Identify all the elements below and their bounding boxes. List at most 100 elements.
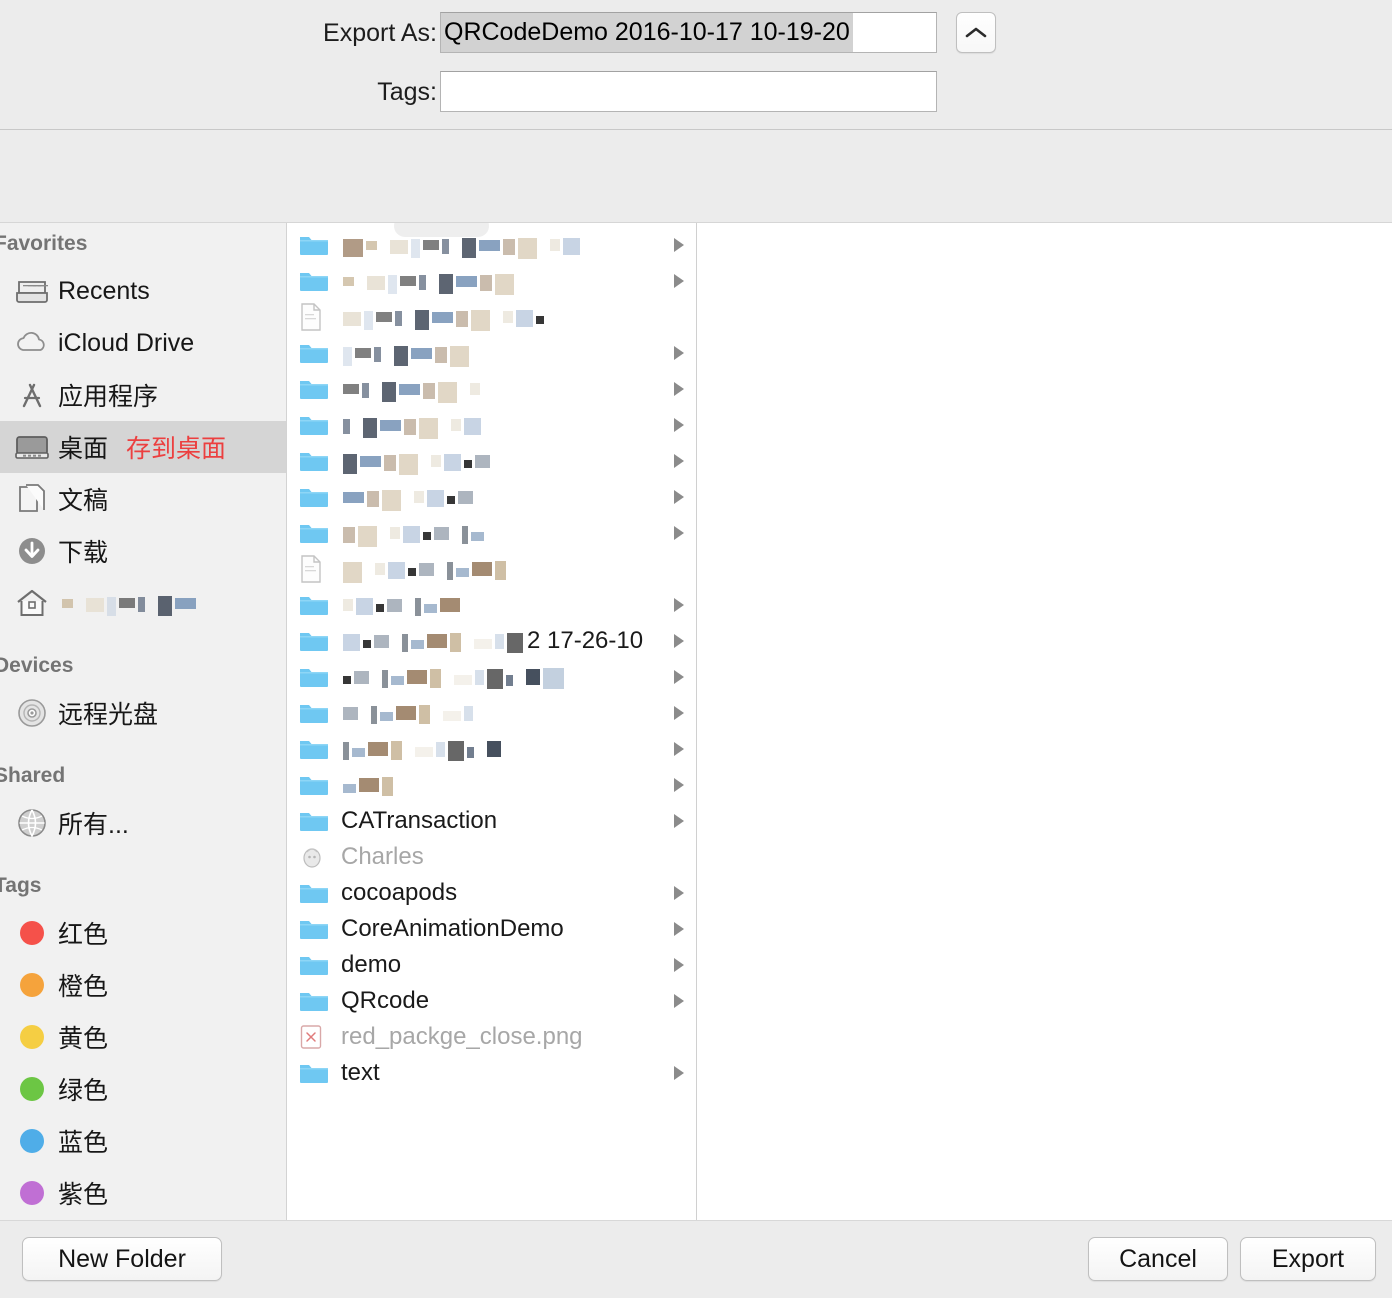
sidebar-item-redacted[interactable] — [0, 577, 286, 629]
disclosure-chevron-icon[interactable] — [674, 1066, 684, 1080]
file-row[interactable]: cocoapods — [287, 875, 696, 911]
disclosure-chevron-icon[interactable] — [674, 958, 684, 972]
disclosure-chevron-icon[interactable] — [674, 526, 684, 540]
sidebar-item-应用程序[interactable]: 应用程序 — [0, 369, 286, 421]
folder-icon — [300, 489, 328, 507]
disclosure-chevron-icon[interactable] — [674, 922, 684, 936]
file-row[interactable]: 2 17-26-10 — [287, 623, 696, 659]
file-row[interactable] — [287, 695, 696, 731]
redacted-text — [343, 556, 516, 583]
disclosure-chevron-icon[interactable] — [674, 598, 684, 612]
folder-icon — [299, 485, 333, 509]
redacted-text — [62, 590, 196, 616]
disclosure-chevron-icon[interactable] — [674, 382, 684, 396]
sidebar-item-远程光盘[interactable]: 远程光盘 — [0, 687, 286, 739]
file-row[interactable] — [287, 767, 696, 803]
file-row[interactable]: CoreAnimationDemo — [287, 911, 696, 947]
file-row[interactable]: demo — [287, 947, 696, 983]
tag-dot-icon — [12, 1129, 52, 1153]
sidebar-item-红色[interactable]: 红色 — [0, 907, 286, 959]
file-name: CATransaction — [341, 807, 498, 834]
redacted-text — [343, 448, 500, 475]
file-row[interactable] — [287, 515, 696, 551]
sidebar-section-header: Favorites — [0, 232, 88, 255]
redacted-text — [343, 664, 564, 690]
folder-icon — [300, 741, 328, 759]
chevron-up-icon[interactable] — [956, 12, 996, 53]
file-row[interactable]: Charles — [287, 839, 696, 875]
generic-file-icon — [299, 555, 333, 583]
desktop-icon — [15, 436, 49, 459]
file-row[interactable] — [287, 335, 696, 371]
sidebar-item-黄色[interactable]: 黄色 — [0, 1011, 286, 1063]
disclosure-chevron-icon[interactable] — [674, 490, 684, 504]
tag-dot-icon — [20, 1129, 44, 1153]
folder-icon — [299, 629, 333, 653]
file-row[interactable]: text — [287, 1055, 696, 1091]
sidebar-item-Recents[interactable]: Recents — [0, 265, 286, 317]
file-row[interactable] — [287, 659, 696, 695]
sidebar-item-绿色[interactable]: 绿色 — [0, 1063, 286, 1115]
folder-icon — [300, 453, 328, 471]
sidebar-item-紫色[interactable]: 紫色 — [0, 1167, 286, 1219]
file-row[interactable] — [287, 551, 696, 587]
disclosure-chevron-icon[interactable] — [674, 886, 684, 900]
file-row[interactable] — [287, 443, 696, 479]
disclosure-chevron-icon[interactable] — [674, 274, 684, 288]
disclosure-chevron-icon[interactable] — [674, 634, 684, 648]
tag-dot-icon — [12, 1077, 52, 1101]
folder-icon — [300, 525, 328, 543]
sidebar-item-蓝色[interactable]: 蓝色 — [0, 1115, 286, 1167]
tag-dot-icon — [12, 1181, 52, 1205]
sidebar-item-label: 绿色 — [58, 1077, 109, 1105]
disclosure-chevron-icon[interactable] — [674, 706, 684, 720]
redacted-text — [343, 628, 523, 654]
file-name: demo — [341, 951, 402, 978]
file-row[interactable] — [287, 587, 696, 623]
sidebar-item-iCloud Drive[interactable]: iCloud Drive — [0, 317, 286, 369]
file-name: red_packge_close.png — [341, 1023, 583, 1050]
disclosure-chevron-icon[interactable] — [674, 418, 684, 432]
folder-icon — [299, 593, 333, 617]
annotation-text: 存到桌面 — [126, 435, 227, 463]
sidebar-item-橙色[interactable]: 橙色 — [0, 959, 286, 1011]
home-icon — [17, 589, 47, 616]
sidebar-item-label: 橙色 — [58, 973, 109, 1001]
sidebar-item-所有...[interactable]: 所有... — [0, 797, 286, 849]
cancel-button[interactable]: Cancel — [1088, 1237, 1228, 1281]
tags-input[interactable] — [440, 71, 937, 112]
export-as-input[interactable]: QRCodeDemo 2016-10-17 10-19-20 — [440, 12, 937, 53]
folder-icon — [300, 813, 328, 831]
export-button[interactable]: Export — [1240, 1237, 1376, 1281]
file-row[interactable] — [287, 407, 696, 443]
disclosure-chevron-icon[interactable] — [674, 346, 684, 360]
file-row[interactable] — [287, 479, 696, 515]
new-folder-button[interactable]: New Folder — [22, 1237, 222, 1281]
file-row[interactable] — [287, 263, 696, 299]
folder-icon — [300, 957, 328, 975]
disclosure-chevron-icon[interactable] — [674, 778, 684, 792]
file-row[interactable] — [287, 731, 696, 767]
disclosure-chevron-icon[interactable] — [674, 994, 684, 1008]
disclosure-chevron-icon[interactable] — [674, 454, 684, 468]
folder-icon — [299, 449, 333, 473]
sidebar-item-label: 黄色 — [58, 1025, 109, 1053]
file-row[interactable]: red_packge_close.png — [287, 1019, 696, 1055]
tag-dot-icon — [12, 973, 52, 997]
disclosure-chevron-icon[interactable] — [674, 670, 684, 684]
image-file-icon — [300, 1025, 322, 1049]
sidebar-item-下载[interactable]: 下载 — [0, 525, 286, 577]
recents-clock-icon — [16, 281, 48, 303]
file-row[interactable] — [287, 299, 696, 335]
disclosure-chevron-icon[interactable] — [674, 742, 684, 756]
disclosure-chevron-icon[interactable] — [674, 238, 684, 252]
file-row[interactable] — [287, 227, 696, 263]
sidebar-item-桌面[interactable]: 桌面 存到桌面 — [0, 421, 286, 473]
file-row[interactable]: CATransaction — [287, 803, 696, 839]
file-row[interactable] — [287, 371, 696, 407]
disclosure-chevron-icon[interactable] — [674, 814, 684, 828]
sidebar-item-文稿[interactable]: 文稿 — [0, 473, 286, 525]
sidebar-item-label: 紫色 — [58, 1181, 109, 1209]
file-name: cocoapods — [341, 879, 458, 906]
file-row[interactable]: QRcode — [287, 983, 696, 1019]
